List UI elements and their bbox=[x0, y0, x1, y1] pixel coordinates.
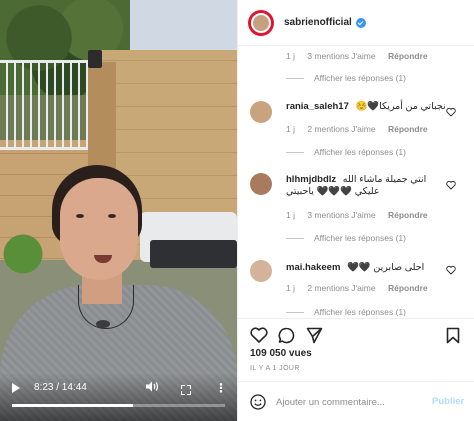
username[interactable]: sabrienofficial bbox=[284, 17, 352, 28]
comment-likes[interactable]: 2 mentions J'aime bbox=[307, 283, 375, 293]
video-player[interactable]: 8:23 / 14:44 ⋮ bbox=[0, 0, 237, 421]
emoji-icon[interactable] bbox=[250, 394, 266, 410]
commenter-avatar[interactable] bbox=[250, 101, 272, 123]
view-replies[interactable]: Afficher les réponses (1) bbox=[286, 307, 406, 316]
video-progress-track[interactable] bbox=[12, 404, 225, 407]
post-sidebar: sabrienofficial 1 j 3 mentions J'aime Ré… bbox=[237, 0, 474, 421]
reply-button[interactable]: Répondre bbox=[388, 124, 428, 134]
like-heart-icon[interactable] bbox=[446, 180, 456, 190]
view-replies-label[interactable]: Afficher les réponses (1) bbox=[314, 233, 406, 243]
view-replies[interactable]: Afficher les réponses (1) bbox=[286, 73, 406, 83]
fullscreen-icon[interactable] bbox=[181, 385, 191, 395]
video-person bbox=[0, 0, 237, 421]
comment-body: احلى صابرين 🖤🖤 bbox=[347, 262, 425, 273]
comment-meta: 1 j 2 mentions J'aime Répondre bbox=[286, 283, 438, 293]
comment-icon[interactable] bbox=[278, 327, 295, 344]
comment-text: rania_saleh17 نجباتي من أمريكا🖤☺️ bbox=[286, 101, 446, 113]
view-replies[interactable]: Afficher les réponses (1) bbox=[286, 147, 406, 157]
comment-text: mai.hakeem احلى صابرين 🖤🖤 bbox=[286, 262, 446, 274]
replies-divider bbox=[286, 151, 304, 153]
comment-meta: 1 j 3 mentions J'aime Répondre bbox=[286, 210, 438, 220]
avatar-image bbox=[251, 12, 271, 33]
video-controls: 8:23 / 14:44 ⋮ bbox=[0, 373, 237, 421]
view-replies-label[interactable]: Afficher les réponses (1) bbox=[314, 73, 406, 83]
play-icon[interactable] bbox=[12, 383, 20, 393]
person-eye-left bbox=[76, 214, 84, 218]
post-actions bbox=[238, 318, 474, 348]
commenter-avatar[interactable] bbox=[250, 260, 272, 282]
like-heart-icon[interactable] bbox=[446, 107, 456, 117]
like-icon[interactable] bbox=[250, 327, 268, 343]
person-face bbox=[60, 178, 138, 280]
reply-button[interactable]: Répondre bbox=[388, 283, 428, 293]
comment-meta: 1 j 3 mentions J'aime Répondre bbox=[286, 51, 438, 61]
comment-age: 1 j bbox=[286, 51, 295, 61]
commenter-avatar[interactable] bbox=[250, 173, 272, 195]
post-header: sabrienofficial bbox=[238, 0, 474, 46]
like-heart-icon[interactable] bbox=[446, 265, 456, 275]
verified-badge-icon bbox=[355, 17, 366, 28]
more-options-icon[interactable]: ⋮ bbox=[215, 381, 227, 395]
comment-age: 1 j bbox=[286, 283, 295, 293]
share-icon[interactable] bbox=[306, 327, 323, 344]
comment-likes[interactable]: 3 mentions J'aime bbox=[307, 51, 375, 61]
replies-divider bbox=[286, 77, 304, 79]
view-count[interactable]: 109 050 vues bbox=[250, 348, 312, 359]
comment-input[interactable] bbox=[276, 394, 426, 410]
comment-likes[interactable]: 3 mentions J'aime bbox=[307, 210, 375, 220]
save-bookmark-icon[interactable] bbox=[446, 327, 460, 344]
comment-username[interactable]: mai.hakeem bbox=[286, 262, 340, 273]
comment-username[interactable]: rania_saleh17 bbox=[286, 101, 349, 112]
video-time: 8:23 / 14:44 bbox=[34, 382, 87, 393]
replies-divider bbox=[286, 311, 304, 313]
video-progress-fill bbox=[12, 404, 134, 407]
volume-icon[interactable] bbox=[146, 381, 159, 395]
comment-text: hlhmjdbdlz انتي جميلة ماشاء الله عليكي 🖤… bbox=[286, 174, 446, 198]
view-replies[interactable]: Afficher les réponses (1) bbox=[286, 233, 406, 243]
view-replies-label[interactable]: Afficher les réponses (1) bbox=[314, 147, 406, 157]
reply-button[interactable]: Répondre bbox=[388, 51, 428, 61]
comment-meta: 1 j 2 mentions J'aime Répondre bbox=[286, 124, 438, 134]
replies-divider bbox=[286, 237, 304, 239]
view-replies-label[interactable]: Afficher les réponses (1) bbox=[314, 307, 406, 316]
person-eye-right bbox=[108, 214, 116, 218]
add-comment-bar: Publier bbox=[238, 381, 474, 421]
comments-list: 1 j 3 mentions J'aime Répondre Afficher … bbox=[238, 46, 474, 316]
avatar[interactable] bbox=[248, 9, 274, 36]
comment-age: 1 j bbox=[286, 124, 295, 134]
comment-age: 1 j bbox=[286, 210, 295, 220]
comment-username[interactable]: hlhmjdbdlz bbox=[286, 174, 336, 185]
person-pendant bbox=[96, 320, 110, 328]
post-date[interactable]: IL Y A 1 JOUR bbox=[250, 365, 300, 372]
reply-button[interactable]: Répondre bbox=[388, 210, 428, 220]
comment-likes[interactable]: 2 mentions J'aime bbox=[307, 124, 375, 134]
post-comment-button[interactable]: Publier bbox=[432, 396, 464, 407]
comment-body: نجباتي من أمريكا🖤☺️ bbox=[355, 101, 446, 112]
